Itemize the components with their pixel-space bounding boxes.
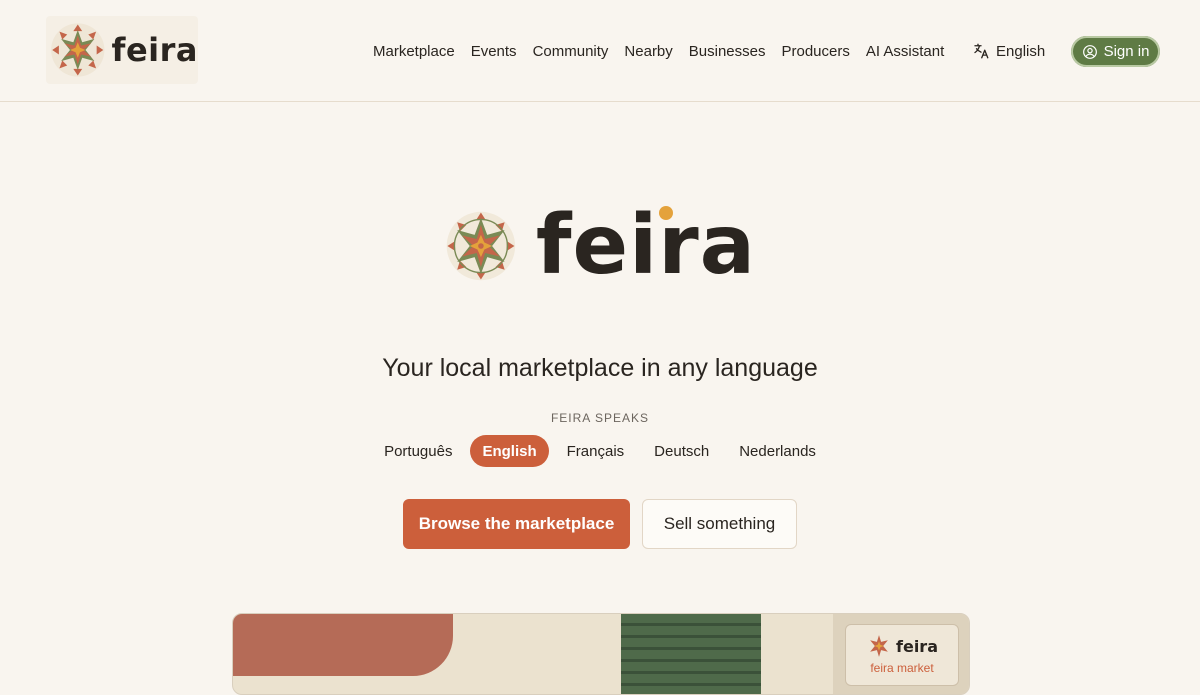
browse-marketplace-button[interactable]: Browse the marketplace <box>403 499 630 549</box>
language-switcher[interactable]: English <box>972 38 1045 64</box>
language-pill-english[interactable]: English <box>470 435 549 467</box>
feira-mandala-icon <box>51 23 105 77</box>
language-pill-portugues[interactable]: Português <box>372 435 464 467</box>
hero-wordmark: feira <box>535 198 756 293</box>
user-circle-icon <box>1082 44 1097 59</box>
sell-something-button[interactable]: Sell something <box>642 499 797 549</box>
sign-in-label: Sign in <box>1103 43 1150 60</box>
nav-marketplace[interactable]: Marketplace <box>365 43 463 60</box>
sign-subtitle: feira market <box>870 661 934 675</box>
brand-wordmark: feira <box>111 31 198 69</box>
language-pills: Português English Français Deutsch Neder… <box>0 435 1200 467</box>
feira-mandala-large-icon <box>446 211 516 281</box>
nav-ai-assistant[interactable]: AI Assistant <box>858 43 952 60</box>
sign-in-button[interactable]: Sign in <box>1071 36 1160 67</box>
awning-cloth <box>233 614 453 676</box>
nav-community[interactable]: Community <box>525 43 617 60</box>
nav-businesses[interactable]: Businesses <box>681 43 774 60</box>
hero-tagline: Your local marketplace in any language <box>382 354 818 382</box>
language-pill-francais[interactable]: Français <box>555 435 637 467</box>
green-shutter <box>621 614 761 694</box>
hero-logo: feira <box>446 182 756 310</box>
language-pill-deutsch[interactable]: Deutsch <box>642 435 721 467</box>
market-illustration: feira feira market <box>232 613 970 695</box>
nav-events[interactable]: Events <box>463 43 525 60</box>
language-pill-nederlands[interactable]: Nederlands <box>727 435 828 467</box>
nav-producers[interactable]: Producers <box>774 43 858 60</box>
nav-nearby[interactable]: Nearby <box>616 43 680 60</box>
brand-logo-link[interactable]: feira <box>46 16 198 84</box>
feira-speaks-label: FEIRA SPEAKS <box>550 411 650 425</box>
wordmark-dot <box>659 206 673 220</box>
site-header: feira Marketplace Events Community Nearb… <box>0 0 1200 102</box>
main-nav: Marketplace Events Community Nearby Busi… <box>365 0 952 102</box>
language-switcher-label: English <box>996 42 1046 60</box>
sign-mandala-icon <box>870 635 888 657</box>
translate-icon <box>974 43 989 59</box>
shop-sign: feira feira market <box>845 624 959 686</box>
sign-wordmark: feira <box>896 636 938 656</box>
